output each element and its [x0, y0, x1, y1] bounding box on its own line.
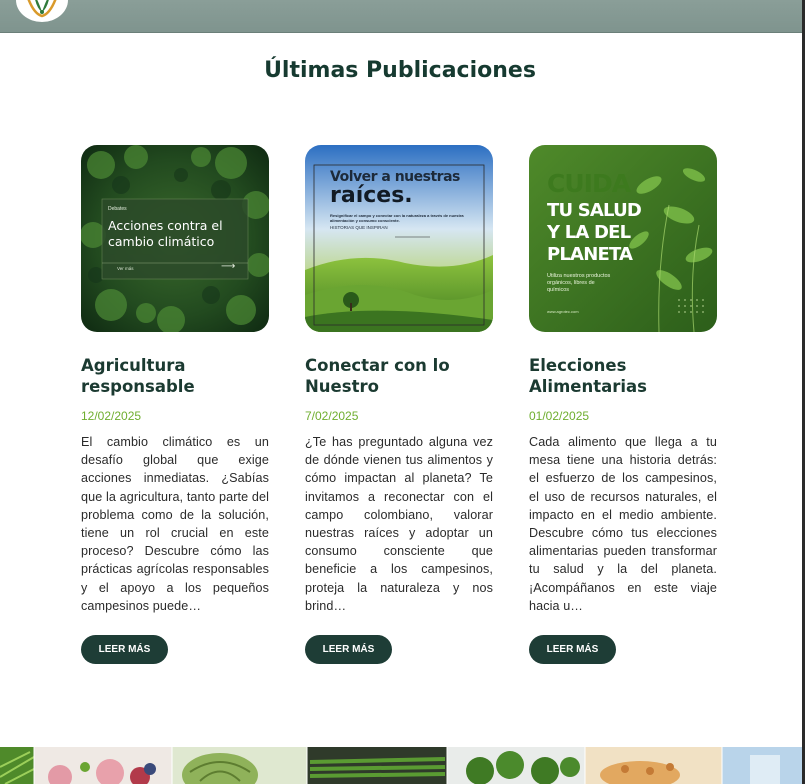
post-image-health[interactable]: CUIDA TU SALUD Y LA DEL PLANETA Utiliza … [529, 145, 717, 332]
post-image-roots[interactable]: Volver a nuestras raíces. Resignificar e… [305, 145, 493, 332]
post-card-agricultura: Debates Acciones contra el cambio climát… [81, 145, 271, 664]
post-title[interactable]: Agricultura responsable [81, 355, 271, 399]
image-heading-line2: raíces. [330, 183, 413, 208]
image-tag: Debates [108, 206, 127, 212]
image-heading-line4: PLANETA [547, 244, 633, 265]
post-image-climate[interactable]: Debates Acciones contra el cambio climát… [81, 145, 269, 332]
image-headline: Acciones contra el cambio climático [108, 218, 223, 249]
section-title: Últimas Publicaciones [264, 58, 536, 83]
image-url: www.agrotec.com [547, 309, 579, 314]
brand-logo[interactable] [12, 0, 72, 24]
post-card-conectar: Volver a nuestras raíces. Resignificar e… [305, 145, 495, 664]
post-date: 7/02/2025 [305, 409, 359, 423]
post-title[interactable]: Conectar con lo Nuestro [305, 355, 495, 399]
post-excerpt: El cambio climático es un desafío global… [81, 435, 269, 613]
post-excerpt: Cada alimento que llega a tu mesa tiene … [529, 435, 717, 613]
image-caption: HISTORIAS QUE INSPIRAN [330, 225, 388, 230]
image-subtext: Resignificar el campo y conectar con la … [330, 213, 464, 223]
image-heading-line1: CUIDA [547, 169, 631, 198]
read-more-button[interactable]: LEER MÁS [81, 635, 168, 664]
post-excerpt: ¿Te has preguntado alguna vez de dónde v… [305, 435, 493, 613]
post-date: 12/02/2025 [81, 409, 142, 423]
image-subtext: Utiliza nuestros productos orgánicos, li… [547, 273, 611, 293]
post-date: 01/02/2025 [529, 409, 590, 423]
read-more-button[interactable]: LEER MÁS [305, 635, 392, 664]
post-title[interactable]: Elecciones Alimentarias [529, 355, 719, 399]
arrow-right-icon: ⟶ [221, 261, 236, 272]
read-more-button[interactable]: LEER MÁS [529, 635, 616, 664]
image-heading-line3: Y LA DEL [547, 222, 631, 243]
image-link: Ver más [117, 266, 134, 271]
image-heading-line2: TU SALUD [547, 200, 642, 221]
post-card-elecciones: CUIDA TU SALUD Y LA DEL PLANETA Utiliza … [529, 145, 719, 664]
site-header [0, 0, 802, 33]
vegetable-banner [0, 747, 802, 784]
